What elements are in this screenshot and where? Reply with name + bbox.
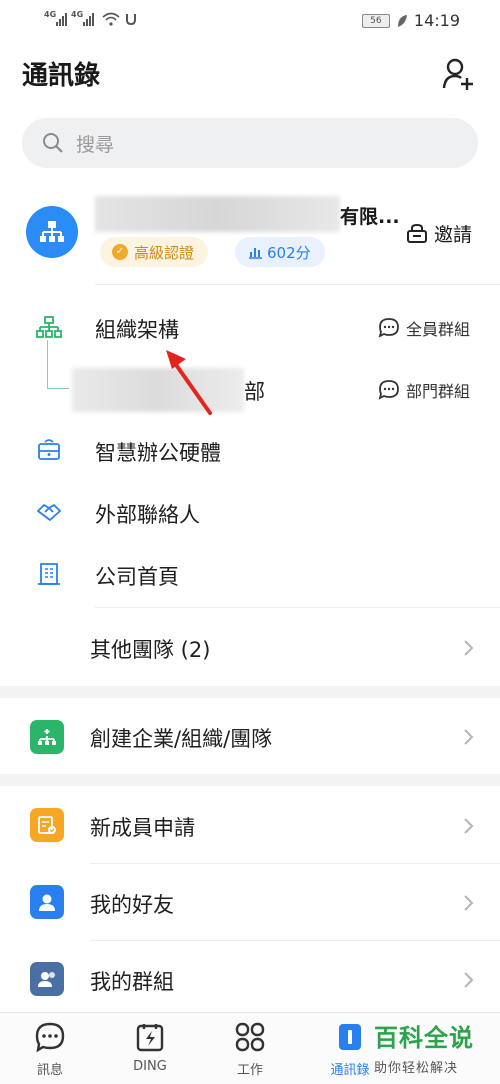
status-bar: 4G 4G 56 14:19 [0, 0, 500, 40]
chevron-right-icon [464, 729, 474, 745]
department-label[interactable]: 部 [244, 376, 265, 406]
message-icon [35, 1022, 65, 1053]
nav-work[interactable]: 工作 [210, 1021, 290, 1078]
create-org-icon [30, 720, 64, 754]
chevron-right-icon [464, 640, 474, 656]
signal-icon: 4G [71, 10, 94, 26]
leaf-icon [397, 14, 407, 27]
contacts-book-icon [339, 1024, 361, 1050]
chat-bubble-icon [378, 380, 399, 400]
nav-ding[interactable]: DING [110, 1021, 190, 1074]
tree-connector [47, 340, 48, 388]
shield-status-icon [126, 14, 136, 26]
divider [90, 940, 500, 941]
signal-icon: 4G [44, 10, 67, 26]
cert-badge[interactable]: ✓ 高級認證 [100, 237, 209, 267]
org-structure-label[interactable]: 組織架構 [95, 314, 179, 344]
org-structure-icon [40, 221, 64, 242]
status-time: 14:19 [413, 11, 460, 30]
page-title: 通訊錄 [22, 61, 101, 91]
divider [95, 607, 500, 608]
search-placeholder: 搜尋 [76, 133, 115, 156]
group-icon [30, 962, 64, 996]
wifi-icon [102, 12, 120, 26]
menu-item-smart-office[interactable]: 智慧辦公硬體 [95, 437, 221, 467]
building-icon [38, 563, 60, 585]
search-icon [43, 133, 63, 153]
add-contact-icon[interactable] [440, 56, 476, 92]
invite-icon [407, 223, 427, 243]
battery-indicator: 56 [361, 13, 390, 28]
score-badge[interactable]: 602分 [235, 237, 325, 267]
menu-item-external-contacts[interactable]: 外部聯絡人 [95, 499, 200, 529]
chat-bubble-icon [378, 318, 399, 338]
all-member-group-button[interactable]: 全員群組 [378, 316, 470, 340]
chevron-right-icon [464, 818, 474, 834]
create-org-item[interactable]: 創建企業/組織/團隊 [90, 723, 272, 753]
ding-icon [136, 1024, 164, 1052]
org-chart-icon [36, 316, 62, 338]
divider [90, 863, 500, 864]
menu-item-company-homepage[interactable]: 公司首頁 [95, 561, 179, 591]
friend-icon [30, 885, 64, 919]
invite-button[interactable]: 邀請 [406, 220, 472, 247]
work-grid-icon [235, 1022, 265, 1052]
section-gap [0, 774, 500, 786]
my-friends-item[interactable]: 我的好友 [90, 889, 174, 919]
new-member-icon [30, 808, 64, 842]
divider [95, 284, 500, 285]
new-member-request-item[interactable]: 新成員申請 [90, 812, 195, 842]
verified-icon: ✓ [112, 244, 128, 260]
org-avatar[interactable] [26, 206, 78, 258]
department-group-button[interactable]: 部門群組 [378, 378, 470, 402]
org-name[interactable]: 有限... [340, 202, 400, 229]
watermark-logo: 百科全说 助你轻松解决 [374, 1024, 474, 1076]
my-groups-item[interactable]: 我的群組 [90, 966, 174, 996]
other-teams-item[interactable]: 其他團隊 (2) [90, 634, 210, 664]
bar-chart-icon [249, 248, 262, 259]
smart-hardware-icon [38, 439, 60, 460]
nav-messages[interactable]: 訊息 [10, 1021, 90, 1078]
annotation-arrow-icon [166, 350, 212, 415]
redacted-org-name [95, 196, 340, 232]
section-gap [0, 686, 500, 698]
search-input[interactable]: 搜尋 [22, 118, 478, 168]
handshake-icon [37, 504, 61, 521]
chevron-right-icon [464, 895, 474, 911]
tree-connector [47, 388, 69, 389]
chevron-right-icon [464, 972, 474, 988]
